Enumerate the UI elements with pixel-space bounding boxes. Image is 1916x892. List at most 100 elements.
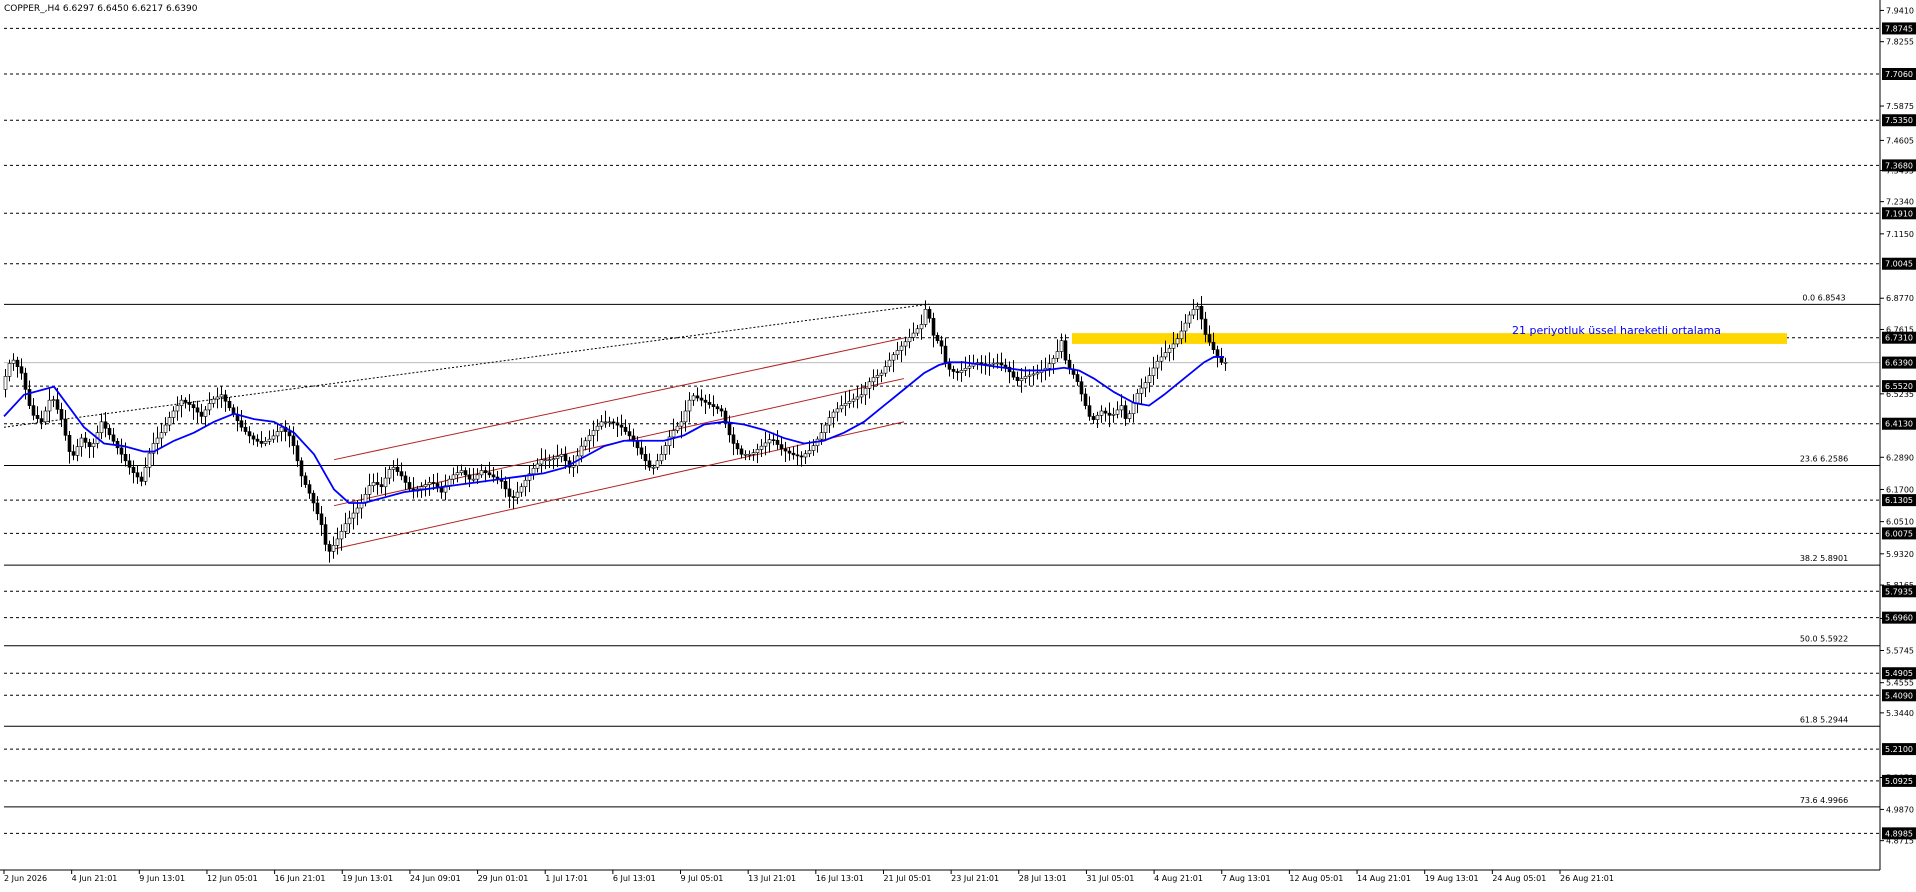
y-tick-label: 5.4555 [1886, 679, 1914, 688]
candle-body [171, 410, 176, 418]
candle-body [659, 453, 664, 462]
candle-body [571, 465, 576, 468]
level-price-label: 7.8745 [1885, 24, 1913, 33]
candle-body [1183, 322, 1188, 332]
level-price-label: 6.7310 [1885, 334, 1913, 343]
y-tick-label: 6.8770 [1886, 294, 1914, 303]
candle-body [751, 452, 756, 455]
candle-body [947, 363, 952, 370]
candle-body [31, 405, 36, 416]
candle-body [347, 517, 352, 525]
x-tick-label: 19 Jun 13:01 [342, 874, 393, 883]
candle-body [739, 448, 744, 455]
candle-body [355, 507, 360, 514]
candle-body [927, 309, 932, 319]
candle-body [107, 428, 112, 436]
candle-body [1019, 378, 1024, 382]
y-tick-label: 5.5745 [1886, 647, 1914, 656]
candle-body [119, 447, 124, 455]
candle-body [67, 435, 72, 452]
candle-body [275, 431, 280, 437]
candle-body [99, 421, 104, 433]
trend-channel [3, 303, 930, 550]
y-tick-label: 7.8255 [1886, 38, 1914, 47]
candle-body [859, 394, 864, 398]
candle-body [215, 396, 220, 400]
candle-body [671, 430, 676, 438]
candle-body [87, 442, 92, 448]
x-tick-label: 7 Aug 13:01 [1222, 874, 1271, 883]
candle-body [591, 430, 596, 436]
y-tick-label: 7.4605 [1886, 136, 1914, 145]
candle-body [223, 394, 228, 402]
candle-body [967, 365, 972, 369]
y-tick-label: 5.3440 [1886, 709, 1914, 718]
candle-body [679, 421, 684, 427]
candle-body [715, 406, 720, 410]
x-tick-label: 24 Aug 05:01 [1492, 874, 1546, 883]
y-tick-label: 7.9410 [1886, 6, 1914, 15]
candle-body [899, 345, 904, 351]
candle-body [263, 441, 268, 444]
candle-body [451, 474, 456, 480]
candle-body [735, 443, 740, 450]
candle-body [247, 431, 252, 437]
level-price-label: 5.6960 [1885, 614, 1913, 623]
candle-body [1079, 381, 1084, 395]
candle-body [319, 513, 324, 525]
y-tick-label: 6.1700 [1886, 485, 1914, 494]
candle-body [1195, 305, 1200, 310]
x-tick-label: 16 Jul 13:01 [816, 874, 864, 883]
candle-body [79, 437, 84, 448]
candle-body [1131, 402, 1136, 415]
candle-body [59, 409, 64, 420]
level-price-label: 6.4130 [1885, 420, 1913, 429]
candle-body [603, 421, 608, 424]
level-price-label: 6.1305 [1885, 496, 1913, 505]
candle-body [399, 471, 404, 477]
candle-body [219, 394, 224, 398]
x-tick-label: 6 Jul 13:01 [613, 874, 656, 883]
candle-body [491, 474, 496, 478]
x-tick-label: 2 Jun 2026 [4, 874, 47, 883]
y-tick-label: 7.1150 [1886, 230, 1914, 239]
candle-body [767, 439, 772, 444]
candle-body [255, 438, 260, 442]
candle-body [295, 445, 300, 462]
candle-body [619, 424, 624, 428]
candle-body [559, 453, 564, 457]
candle-body [627, 431, 632, 437]
candle-body [515, 491, 520, 498]
candle-body [419, 486, 424, 490]
candle-body [47, 399, 52, 412]
candle-body [123, 453, 128, 462]
candle-body [643, 453, 648, 462]
x-tick-label: 4 Jun 21:01 [72, 874, 118, 883]
y-tick-label: 4.9870 [1886, 805, 1914, 814]
candle-body [731, 434, 736, 444]
candle-body [1211, 341, 1216, 351]
candle-body [127, 460, 132, 468]
candle-body [1091, 416, 1096, 420]
candle-body [111, 434, 116, 442]
candle-body [423, 484, 428, 488]
candle-body [687, 399, 692, 412]
candle-body [791, 452, 796, 456]
x-tick-label: 14 Aug 21:01 [1357, 874, 1411, 883]
current-price-label: 6.6390 [1885, 359, 1913, 368]
candle-body [63, 418, 68, 436]
candle-body [395, 466, 400, 472]
candle-body [915, 328, 920, 334]
x-tick-label: 9 Jun 13:01 [139, 874, 185, 883]
candle-body [1063, 340, 1068, 361]
level-price-label: 7.3680 [1885, 161, 1913, 170]
y-tick-label: 6.0510 [1886, 518, 1914, 527]
candle-body [507, 488, 512, 497]
candle-body [1003, 364, 1008, 368]
candle-body [55, 399, 60, 410]
candle-body [1099, 410, 1104, 416]
candle-body [239, 420, 244, 428]
candle-body [43, 410, 48, 423]
candle-body [755, 449, 760, 453]
candle-body [463, 470, 468, 476]
